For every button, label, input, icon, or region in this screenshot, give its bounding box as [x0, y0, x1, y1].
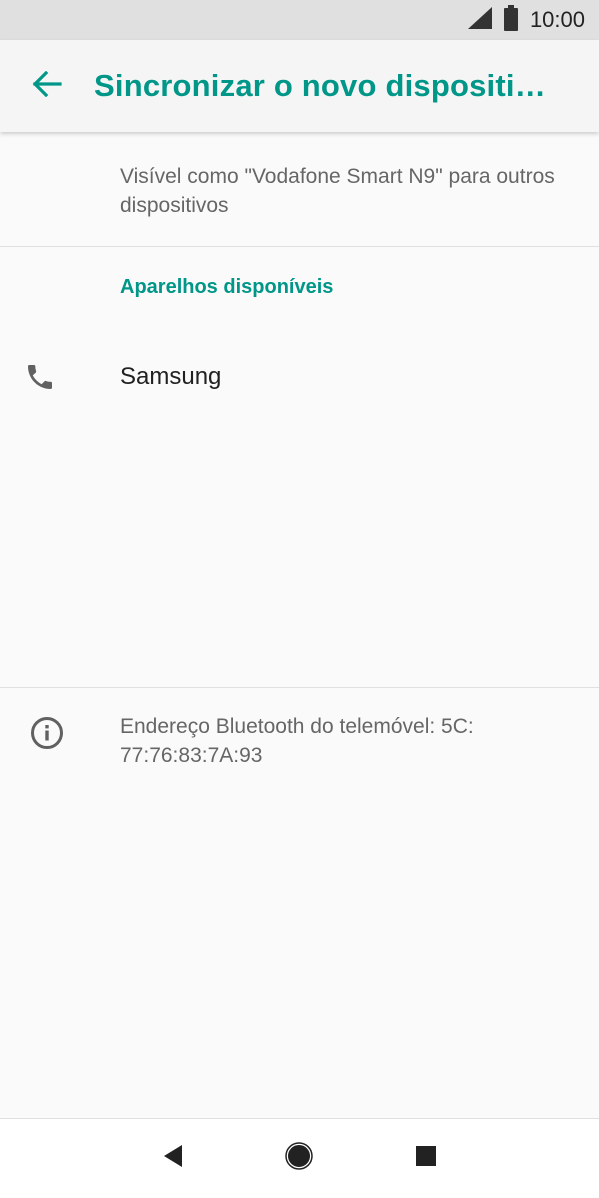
circle-home-icon — [285, 1142, 314, 1175]
nav-home-button[interactable] — [269, 1129, 329, 1189]
triangle-back-icon — [162, 1144, 184, 1173]
page-title: Sincronizar o novo dispositi… — [94, 68, 546, 103]
battery-icon — [503, 4, 518, 36]
bluetooth-address-text: Endereço Bluetooth do telemóvel: 5C: 77:… — [120, 715, 474, 767]
divider — [0, 246, 599, 247]
signal-icon — [467, 6, 492, 34]
bluetooth-address-info: Endereço Bluetooth do telemóvel: 5C: 77:… — [0, 712, 599, 770]
app-bar: Sincronizar o novo dispositi… — [0, 40, 599, 132]
info-icon — [0, 712, 94, 750]
screen: 10:00 Sincronizar o novo dispositi… Visí… — [0, 0, 599, 1198]
back-button[interactable] — [0, 40, 94, 132]
arrow-left-icon — [32, 70, 62, 102]
available-devices-header: Aparelhos disponíveis — [120, 276, 334, 298]
status-time: 10:00 — [529, 7, 585, 32]
status-bar: 10:00 — [0, 0, 599, 40]
nav-back-button[interactable] — [143, 1129, 203, 1189]
square-recents-icon — [415, 1146, 436, 1171]
divider — [0, 687, 599, 688]
visibility-text: Visível como "Vodafone Smart N9" para ou… — [120, 165, 555, 217]
navigation-bar — [0, 1118, 599, 1198]
device-name: Samsung — [120, 363, 222, 390]
nav-recents-button[interactable] — [396, 1129, 456, 1189]
phone-icon — [0, 361, 80, 393]
device-item-samsung[interactable]: Samsung — [0, 334, 599, 420]
